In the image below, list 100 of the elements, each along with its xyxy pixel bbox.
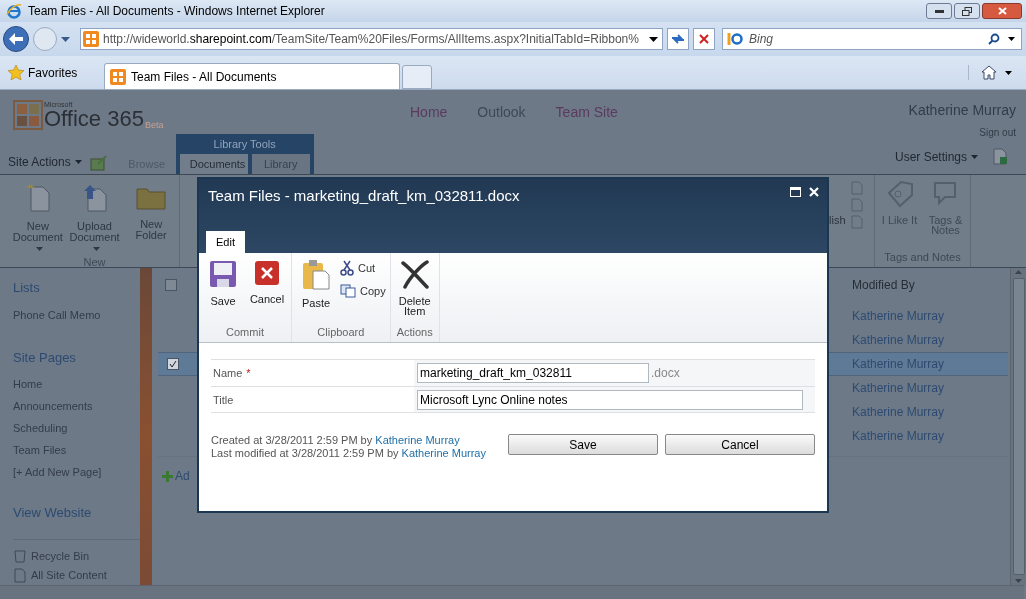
text-field[interactable]: Microsoft Lync Online notes	[417, 389, 803, 410]
dialog-button[interactable]: Save	[508, 434, 658, 455]
checkbox[interactable]	[165, 279, 177, 291]
ribbon-button-label: New Document	[10, 221, 66, 254]
restore-button[interactable]	[954, 3, 980, 19]
ribbon-tab[interactable]: Edit	[206, 231, 245, 253]
close-icon	[997, 7, 1007, 15]
add-document-link[interactable]: Ad	[175, 467, 190, 485]
address-bar[interactable]: http://wideworld.sharepoint.com/TeamSite/Team%20Files/Forms/AllItems.aspx?InitialTabId=Ribbon%	[80, 28, 663, 50]
author-link[interactable]: Katherine Murray	[850, 307, 1008, 325]
author-link[interactable]: Katherine Murray	[850, 403, 1008, 421]
minimize-button[interactable]	[926, 3, 952, 19]
group-label: Actions	[395, 324, 434, 340]
caret-icon[interactable]	[1008, 37, 1015, 41]
sharepoint-page-icon	[83, 31, 99, 47]
browser-logo-icon	[6, 3, 22, 19]
maximize-icon[interactable]	[790, 187, 801, 197]
caret-icon	[971, 154, 978, 159]
ribbon-button[interactable]: Cut	[340, 260, 386, 277]
document-icon	[13, 567, 27, 583]
search-placeholder: Bing	[749, 31, 775, 48]
required-asterisk: *	[246, 367, 251, 379]
scroll-thumb[interactable]	[1012, 278, 1025, 575]
top-nav-link[interactable]: Team Site	[555, 102, 618, 123]
refresh-button[interactable]	[667, 28, 689, 50]
product-logo: Office 365	[44, 108, 144, 130]
author-link[interactable]: Katherine Murray	[401, 447, 486, 459]
caret-icon[interactable]	[649, 36, 658, 42]
ribbon-button[interactable]: New Folder	[123, 179, 179, 254]
nav-link[interactable]: Phone Call Memo	[13, 303, 140, 326]
group-label: Commit	[225, 324, 265, 340]
ribbon-button[interactable]: New Document	[10, 179, 66, 254]
ribbon-tab[interactable]: Documents	[175, 154, 252, 174]
refresh-icon	[671, 33, 685, 45]
trash-icon	[13, 548, 27, 564]
copy-icon	[340, 283, 356, 298]
nav-link[interactable]: [+ Add New Page]	[13, 461, 140, 483]
text-field[interactable]: marketing_draft_km_032811	[417, 363, 649, 383]
nav-link[interactable]: Recycle Bin	[13, 547, 140, 564]
close-icon[interactable]	[809, 187, 819, 197]
ribbon-button[interactable]: Copy	[340, 282, 386, 299]
check-icon	[169, 360, 177, 368]
partial-button-label: lish	[829, 213, 846, 228]
nav-link[interactable]: Scheduling	[13, 417, 140, 439]
ribbon-button[interactable]: Upload Document	[66, 179, 123, 254]
ribbon-button-label: New Folder	[134, 219, 168, 241]
caret-icon[interactable]	[1005, 70, 1012, 75]
top-nav-link[interactable]: Home	[410, 102, 448, 123]
close-button[interactable]	[982, 3, 1022, 19]
search-field[interactable]: Bing	[722, 28, 1022, 50]
author-link[interactable]: Katherine Murray	[850, 427, 1008, 445]
user-name[interactable]: Katherine Murray	[908, 100, 1016, 121]
ribbon-button-label: Upload Document	[66, 221, 123, 254]
context-tab-label: Library Tools	[213, 136, 276, 152]
site-actions-menu[interactable]: Site Actions	[8, 153, 82, 171]
search-icon[interactable]	[988, 33, 1000, 45]
ribbon-button[interactable]: Save	[203, 259, 243, 306]
close-icon	[253, 259, 281, 287]
ribbon-button[interactable]: Paste	[296, 259, 336, 308]
field-label: Title	[213, 394, 234, 406]
author-link[interactable]: Katherine Murray	[850, 331, 1008, 349]
author-link[interactable]: Katherine Murray	[850, 379, 1008, 397]
ribbon-button[interactable]: Cancel	[247, 259, 287, 306]
home-icon[interactable]	[981, 65, 997, 80]
url-text: http://wideworld.sharepoint.com/TeamSite/Team%20Files/Forms/AllItems.aspx?InitialTabId=Ribbon%	[103, 31, 640, 48]
author-link[interactable]: Katherine Murray	[375, 434, 460, 446]
vertical-scrollbar[interactable]	[1010, 268, 1026, 585]
dialog-button[interactable]: Cancel	[665, 434, 815, 455]
user-settings-menu[interactable]: User Settings	[894, 147, 978, 166]
created-info: Created at 3/28/2011 2:59 PM by Katherine Murray	[211, 434, 461, 447]
file-extension: .docx	[651, 365, 680, 382]
browser-tab[interactable]: Team Files - All Documents	[104, 63, 400, 89]
stop-button[interactable]	[693, 28, 715, 50]
column-header: Modified By	[851, 277, 916, 294]
minimize-icon	[934, 9, 944, 13]
group-label: Clipboard	[316, 324, 366, 340]
nav-link[interactable]: Team Files	[13, 439, 140, 461]
nav-link[interactable]: Home	[13, 373, 140, 395]
close-icon	[699, 34, 709, 44]
office-logo-icon	[13, 100, 43, 130]
horizontal-scrollbar[interactable]	[0, 585, 1024, 599]
caret-icon	[74, 160, 82, 164]
plus-icon	[162, 470, 173, 482]
search-provider-icon	[727, 32, 743, 46]
nav-link[interactable]: Announcements	[13, 395, 140, 417]
beta-label: Beta	[144, 121, 164, 130]
ribbon-button[interactable]: Delete Item	[394, 259, 435, 316]
window-title: Team Files - All Documents - Windows Internet Explorer	[28, 3, 325, 20]
sign-out-link[interactable]: Sign out	[979, 125, 1016, 140]
nav-link[interactable]: All Site Content	[13, 567, 140, 584]
view-website-link[interactable]: View Website	[13, 503, 140, 523]
nav-heading[interactable]: Lists	[13, 278, 140, 298]
caret-icon	[93, 247, 100, 252]
back-button[interactable]	[3, 26, 29, 52]
back-arrow-icon	[9, 33, 23, 45]
nav-heading[interactable]: Site Pages	[13, 347, 140, 367]
checkbox[interactable]	[167, 358, 179, 370]
cross-icon	[398, 259, 431, 289]
favorites-button[interactable]: Favorites	[8, 63, 104, 82]
sharepoint-page-icon	[110, 68, 126, 85]
